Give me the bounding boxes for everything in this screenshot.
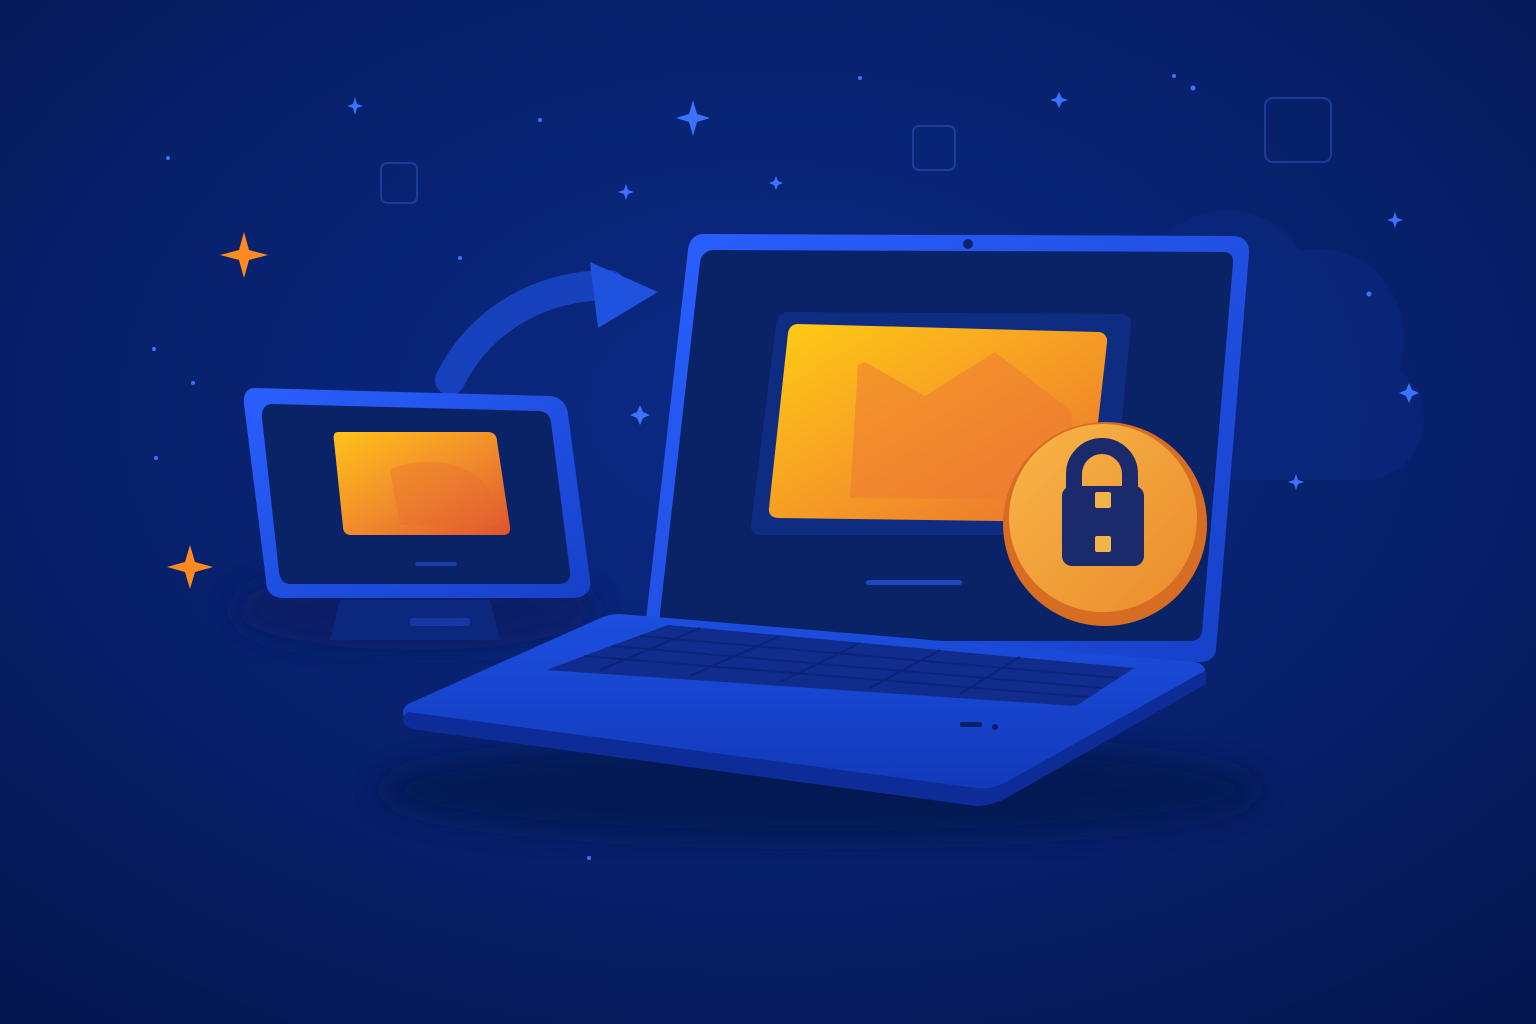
star-icon [154, 456, 158, 460]
star-icon [1172, 74, 1176, 78]
laptop-indicator [866, 580, 962, 585]
lock-keyhole-bottom [1095, 536, 1111, 552]
star-icon [1190, 85, 1196, 91]
illustration-canvas [0, 0, 1536, 1024]
lock-icon [1003, 422, 1207, 626]
star-icon [1366, 291, 1372, 297]
monitor-icon [235, 388, 595, 650]
monitor-indicator [415, 562, 457, 566]
image-icon [333, 432, 511, 535]
star-icon [538, 118, 542, 122]
star-icon [458, 256, 462, 260]
star-icon [587, 856, 591, 860]
star-icon [858, 76, 862, 80]
monitor-stand-slot [410, 618, 470, 626]
lock-keyhole-top [1095, 492, 1111, 508]
star-icon [191, 381, 195, 385]
star-icon [152, 347, 156, 351]
illustration-stage [0, 0, 1536, 1024]
star-icon [166, 156, 170, 160]
laptop-webcam [963, 239, 973, 249]
